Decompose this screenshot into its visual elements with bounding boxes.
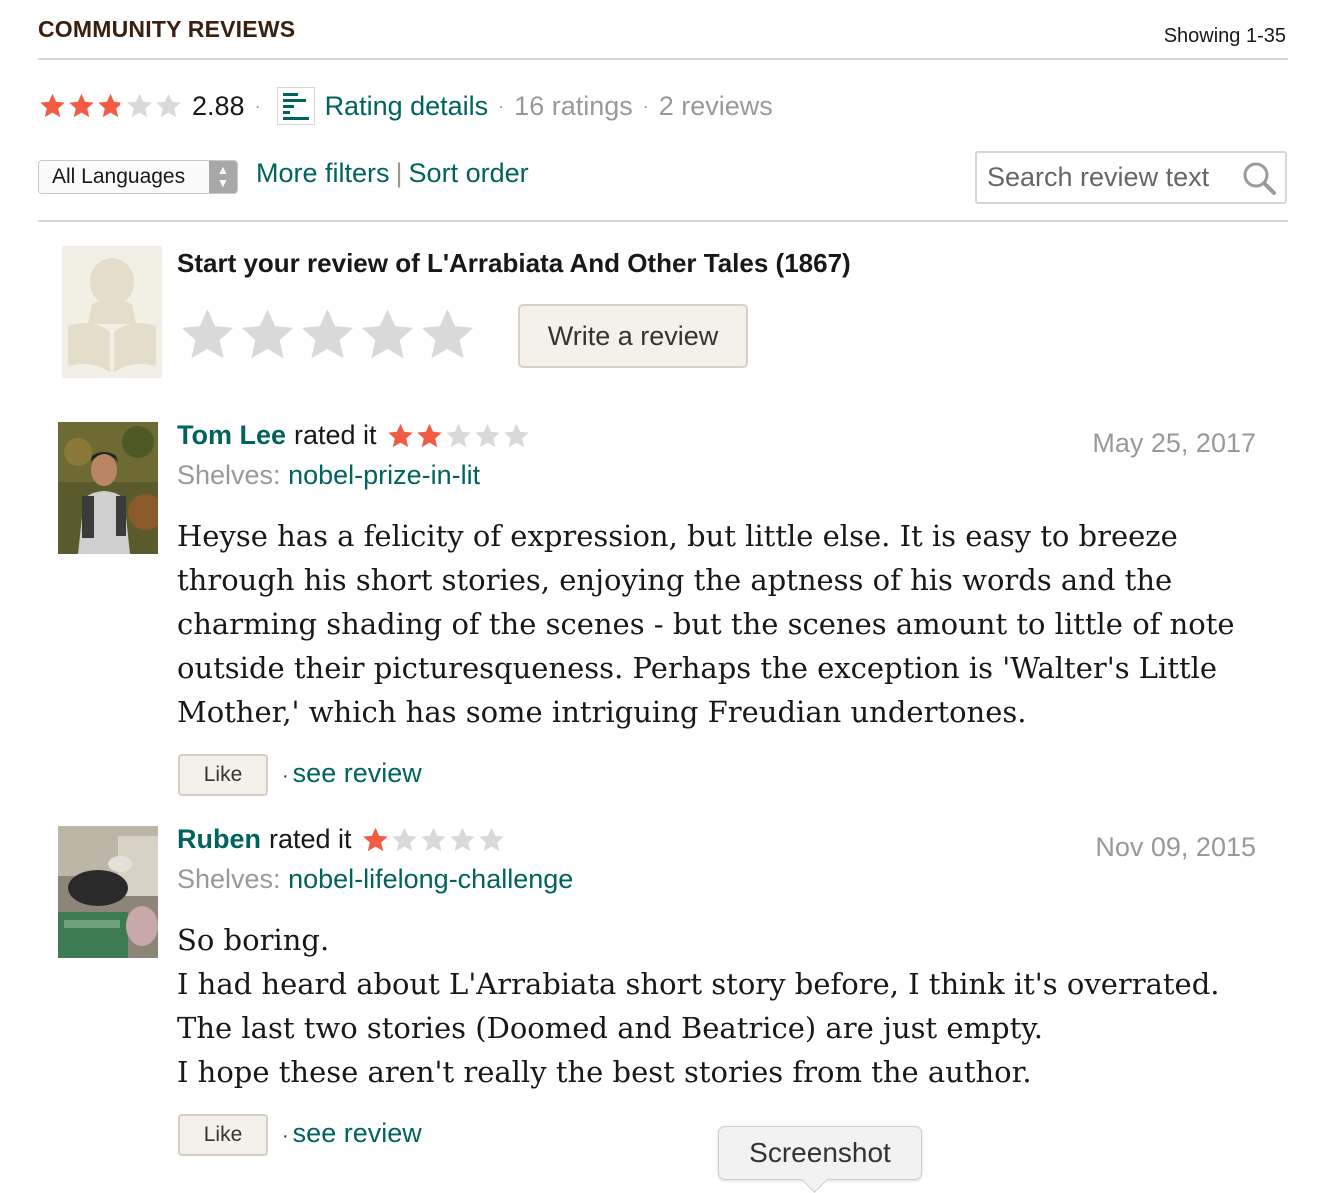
select-arrows-icon: ▲ ▼ [209,161,237,193]
search-review-input[interactable] [985,161,1239,194]
review-date-link[interactable]: May 25, 2017 [956,428,1256,459]
screenshot-tooltip-label: Screenshot [749,1137,891,1168]
screenshot-tooltip[interactable]: Screenshot [718,1126,922,1193]
rate-star-icon[interactable] [298,305,357,365]
star-icon [477,826,506,854]
rated-it-text: rated it [269,824,352,854]
review-rating-stars [386,422,531,450]
search-review-box [975,151,1287,204]
star-icon [448,826,477,854]
reviewer-name-link[interactable]: Ruben [177,824,261,855]
review-header: Ruben rated it [177,824,506,855]
write-review-button[interactable]: Write a review [518,304,748,368]
separator-dot: · [498,95,505,116]
search-icon[interactable] [1241,160,1277,196]
rating-details-link[interactable]: Rating details [325,91,489,122]
review-date-link[interactable]: Nov 09, 2015 [956,832,1256,863]
see-review-link[interactable]: see review [293,1118,422,1148]
star-icon [415,422,444,450]
rating-summary: 2.88 · Rating details · 16 ratings · 2 r… [38,84,773,128]
reviewer-avatar[interactable] [58,422,158,554]
rated-it-text: rated it [294,420,377,450]
star-icon [67,92,96,120]
rate-star-icon[interactable] [418,305,477,365]
review-shelves: Shelves: nobel-lifelong-challenge [177,864,573,895]
separator-dot: · [642,95,649,116]
star-icon [444,422,473,450]
rate-star-icon[interactable] [178,305,237,365]
review-text-line: I hope these aren't really the best stor… [177,1055,1032,1089]
star-icon [96,92,125,120]
separator-dot: · [254,95,261,116]
see-review: · see review [282,1118,422,1148]
showing-count: Showing 1-35 [1163,25,1286,47]
start-review-title: Start your review of L'Arrabiata And Oth… [177,248,851,278]
star-icon [419,826,448,854]
average-rating-value: 2.88 [192,90,245,121]
shelf-link[interactable]: nobel-prize-in-lit [288,460,480,490]
language-select-value: All Languages [52,165,186,188]
average-rating-stars [38,92,183,120]
star-icon [473,422,502,450]
star-icon [386,422,415,450]
shelves-label: Shelves: [177,460,281,490]
rate-star-icon[interactable] [358,305,417,365]
review-header: Tom Lee rated it [177,420,531,451]
divider [38,58,1288,60]
see-review: · see review [282,758,422,788]
like-button[interactable]: Like [178,754,268,796]
reviews-count-link[interactable]: 2 reviews [659,91,773,122]
like-button[interactable]: Like [178,1114,268,1156]
star-icon [38,92,67,120]
star-icon [502,422,531,450]
filter-links: More filters | Sort order [256,158,529,189]
star-icon [390,826,419,854]
star-icon [154,92,183,120]
shelf-link[interactable]: nobel-lifelong-challenge [288,864,573,894]
see-review-link[interactable]: see review [293,758,422,788]
language-select[interactable]: All Languages ▲ ▼ [38,160,238,194]
rate-this-book-stars[interactable] [178,305,477,365]
star-icon [361,826,390,854]
review-shelves: Shelves: nobel-prize-in-lit [177,460,480,491]
more-filters-link[interactable]: More filters [256,158,390,188]
reviewer-avatar[interactable] [58,826,158,958]
filter-separator: | [395,158,403,188]
review-rating-stars [361,826,506,854]
reviewer-name-link[interactable]: Tom Lee [177,420,286,451]
review-text: So boring. I had heard about L'Arrabiata… [177,918,1267,1094]
review-text-line: So boring. [177,923,330,957]
shelves-label: Shelves: [177,864,281,894]
rating-details-icon[interactable] [276,87,315,125]
rate-star-icon[interactable] [238,305,297,365]
section-title: COMMUNITY REVIEWS [38,16,296,42]
divider [38,220,1288,222]
ratings-count-link[interactable]: 16 ratings [514,91,633,122]
reader-placeholder-avatar [62,246,162,378]
sort-order-link[interactable]: Sort order [409,158,529,188]
star-icon [125,92,154,120]
review-text: Heyse has a felicity of expression, but … [177,519,1235,729]
review-text-line: I had heard about L'Arrabiata short stor… [177,967,1220,1045]
